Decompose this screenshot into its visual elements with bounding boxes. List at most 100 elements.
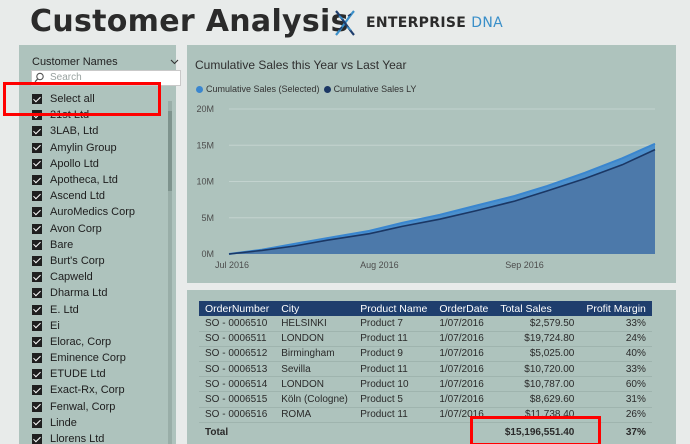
slicer-item[interactable]: Burt's Corp: [32, 253, 172, 269]
slicer-item-label: Capweld: [50, 271, 93, 284]
checkbox-checked-icon[interactable]: [32, 320, 42, 331]
table-cell: Product 11: [354, 331, 434, 347]
slicer-item-label: Amylin Group: [50, 141, 117, 154]
checkbox-checked-icon[interactable]: [32, 385, 42, 396]
col-header-city[interactable]: City: [275, 301, 355, 316]
legend-label-selected: Cumulative Sales (Selected): [206, 84, 320, 94]
slicer-item-label: Eminence Corp: [50, 352, 126, 365]
col-header-profitmargin[interactable]: Profit Margin: [580, 301, 652, 316]
table-cell: HELSINKI: [275, 316, 355, 332]
table-cell: SO - 0006514: [199, 376, 276, 393]
slicer-item[interactable]: Avon Corp: [32, 221, 172, 237]
table-cell: SO - 0006512: [199, 346, 276, 363]
table-row[interactable]: SO - 0006513 Sevilla Product 11 1/07/2016 $1…: [199, 361, 652, 378]
total-label: Total: [205, 427, 229, 439]
table-cell: Birmingham: [275, 346, 355, 363]
slicer-item[interactable]: Capweld: [32, 269, 172, 285]
checkbox-checked-icon[interactable]: [32, 207, 42, 218]
table-cell: 1/07/2016: [433, 331, 495, 347]
checkbox-checked-icon[interactable]: [32, 255, 42, 266]
chevron-down-icon[interactable]: [170, 57, 179, 66]
table-cell: $10,787.00: [494, 376, 581, 393]
legend-dot-selected: [196, 85, 203, 93]
table-cell-empty: [275, 422, 354, 442]
table-cell: SO - 0006515: [199, 391, 276, 408]
legend-item-selected[interactable]: Cumulative Sales (Selected): [196, 84, 320, 94]
slicer-item-label: Bare: [50, 238, 74, 251]
table-row[interactable]: SO - 0006510 HELSINKI Product 7 1/07/2016 $2…: [199, 316, 652, 332]
legend-dot-ly: [323, 85, 331, 93]
slicer-item-label: Fenwal, Corp: [50, 400, 116, 413]
checkbox-checked-icon[interactable]: [32, 142, 42, 153]
checkbox-checked-icon[interactable]: [32, 434, 42, 444]
slicer-item[interactable]: Fenwal, Corp: [32, 399, 172, 415]
slicer-item[interactable]: Apotheca, Ltd: [32, 172, 172, 188]
table-row[interactable]: SO - 0006515 Köln (Cologne) Product 5 1/07/…: [199, 391, 652, 408]
slicer-item-label: Burt's Corp: [50, 254, 105, 267]
checkbox-checked-icon[interactable]: [32, 369, 42, 380]
slicer-item[interactable]: 3LAB, Ltd: [32, 123, 172, 139]
checkbox-checked-icon[interactable]: [32, 191, 42, 202]
table-cell: 24%: [580, 331, 652, 347]
slicer-item-label: Ei: [50, 319, 60, 332]
checkbox-checked-icon[interactable]: [32, 304, 42, 315]
legend-item-ly[interactable]: Cumulative Sales LY: [323, 84, 417, 94]
slicer-item[interactable]: E. Ltd: [32, 301, 172, 317]
checkbox-checked-icon[interactable]: [32, 223, 42, 234]
checkbox-checked-icon[interactable]: [32, 353, 42, 364]
legend-label-ly: Cumulative Sales LY: [333, 84, 417, 94]
slicer-item[interactable]: Elorac, Corp: [32, 334, 172, 350]
slicer-item[interactable]: Linde: [32, 415, 172, 431]
x-tick-label: Jul 2016: [215, 260, 249, 270]
slicer-item[interactable]: Dharma Ltd: [32, 285, 172, 301]
table-cell: $5,025.00: [494, 346, 581, 363]
slicer-item[interactable]: Apollo Ltd: [32, 156, 172, 172]
slicer-item[interactable]: Bare: [32, 237, 172, 253]
checkbox-checked-icon[interactable]: [32, 288, 42, 299]
slicer-item[interactable]: Llorens Ltd: [32, 431, 172, 444]
area-ly: [229, 149, 655, 254]
slicer-item-label: ETUDE Ltd: [50, 368, 106, 381]
col-header-ordernumber[interactable]: OrderNumber: [199, 301, 276, 316]
table-cell: 60%: [580, 376, 652, 393]
checkbox-checked-icon[interactable]: [32, 336, 42, 347]
slicer-item[interactable]: ETUDE Ltd: [32, 366, 172, 382]
slicer-item-label: Linde: [50, 416, 77, 429]
table-cell: Köln (Cologne): [275, 391, 355, 408]
col-header-totalsales[interactable]: Total Sales: [494, 301, 581, 316]
slicer-scrollbar-thumb[interactable]: [168, 111, 172, 191]
table-cell: $10,720.00: [494, 361, 581, 378]
slicer-item-label: Ascend Ltd: [50, 190, 106, 203]
checkbox-checked-icon[interactable]: [32, 126, 42, 137]
slicer-item[interactable]: AuroMedics Corp: [32, 204, 172, 220]
table-cell: 33%: [580, 316, 652, 332]
checkbox-checked-icon[interactable]: [32, 239, 42, 250]
table-header-row: OrderNumber City Product Name OrderDate …: [199, 301, 652, 316]
slicer-item[interactable]: Ei: [32, 318, 172, 334]
slicer-item-label: AuroMedics Corp: [50, 206, 135, 219]
checkbox-checked-icon[interactable]: [32, 272, 42, 283]
slicer-item-label: Exact-Rx, Corp: [50, 384, 125, 397]
slicer-item[interactable]: Exact-Rx, Corp: [32, 382, 172, 398]
col-header-product[interactable]: Product Name: [354, 301, 434, 316]
checkbox-checked-icon[interactable]: [32, 158, 42, 169]
checkbox-checked-icon[interactable]: [32, 401, 42, 412]
checkbox-checked-icon[interactable]: [32, 417, 42, 428]
slicer-item[interactable]: Amylin Group: [32, 140, 172, 156]
slicer-scrollbar[interactable]: [168, 101, 172, 444]
col-header-orderdate[interactable]: OrderDate: [433, 301, 495, 316]
slicer-item-label: Dharma Ltd: [50, 287, 108, 300]
checkbox-checked-icon[interactable]: [32, 175, 42, 186]
table-row[interactable]: SO - 0006514 LONDON Product 10 1/07/2016 $10…: [199, 376, 652, 393]
table-row[interactable]: SO - 0006511 LONDON Product 11 1/07/2016 $19…: [199, 331, 652, 347]
slicer-item[interactable]: Eminence Corp: [32, 350, 172, 366]
table-cell: Product 11: [354, 407, 434, 423]
annotation-highlight-total: [470, 416, 601, 444]
table-cell: Sevilla: [275, 361, 355, 378]
table-cell: SO - 0006510: [199, 316, 276, 332]
table-row[interactable]: SO - 0006512 Birmingham Product 9 1/07/2016…: [199, 346, 652, 363]
slicer-item-label: E. Ltd: [50, 303, 79, 316]
slicer-item[interactable]: Ascend Ltd: [32, 188, 172, 204]
slicer-item-label: Llorens Ltd: [50, 433, 105, 444]
table-cell: $19,724.80: [494, 331, 581, 347]
